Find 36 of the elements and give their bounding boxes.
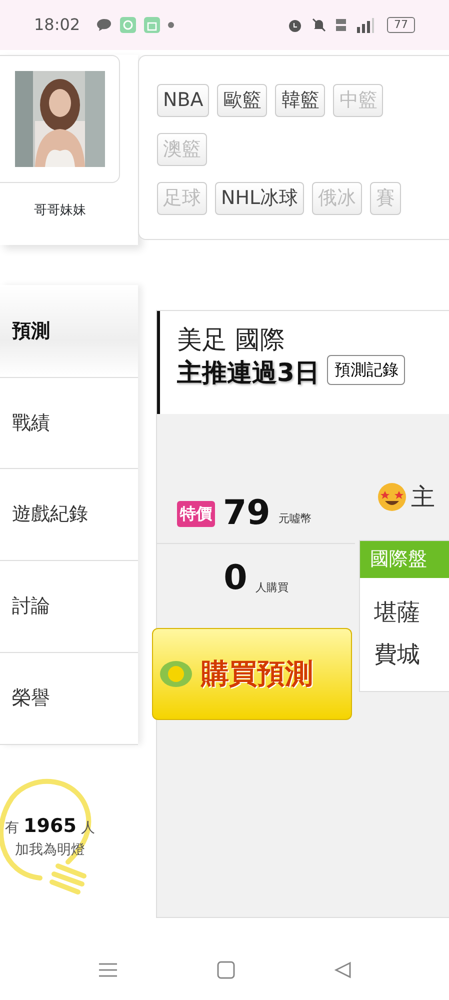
menu-icon[interactable]	[98, 962, 118, 978]
buyer-unit: 人購買	[255, 580, 288, 596]
menu-item[interactable]: 預測	[0, 285, 138, 377]
team-name: 堪薩	[373, 598, 421, 628]
record-button[interactable]: 預測記錄	[327, 355, 406, 385]
tag-chip[interactable]: NBA	[157, 84, 210, 117]
home-icon[interactable]	[216, 961, 234, 979]
buyer-count: 0	[224, 557, 248, 600]
menu-item[interactable]: 遊戲紀錄	[0, 469, 138, 561]
signal-icon	[355, 17, 375, 33]
star-eyes-emoji-icon	[377, 482, 407, 512]
tag-chip[interactable]: 韓籃	[275, 84, 326, 117]
dot-icon	[168, 22, 174, 28]
alarm-icon	[287, 17, 303, 33]
price-tag: 特價	[177, 500, 215, 526]
tag-chip[interactable]: NHL冰球	[215, 182, 304, 215]
clock-time: 18:02	[34, 14, 80, 36]
team-name: 費城	[373, 641, 421, 670]
price-amount: 79	[223, 492, 270, 535]
menu-item[interactable]: 榮譽	[0, 653, 138, 745]
back-icon[interactable]	[334, 961, 352, 979]
menu-item[interactable]: 討論	[0, 561, 138, 653]
price-unit: 元噓幣	[278, 511, 312, 528]
chat-bubble-icon	[96, 18, 112, 32]
menu-item[interactable]: 戰績	[0, 377, 138, 469]
card-subtitle: 主推連過3日	[177, 357, 320, 389]
card-title: 美足 國際	[177, 324, 286, 356]
buy-button[interactable]: 購買預測	[152, 628, 352, 720]
battery-indicator: 77	[387, 17, 415, 33]
panel-title: 國際盤	[360, 541, 449, 578]
mute-bell-icon	[311, 17, 327, 33]
pick-text: 主	[411, 482, 435, 513]
profile-name: 哥哥妹妹	[33, 202, 87, 220]
app-icon	[120, 17, 136, 33]
tag-chip[interactable]: 歐籃	[217, 84, 268, 117]
coin-icon	[159, 660, 193, 688]
